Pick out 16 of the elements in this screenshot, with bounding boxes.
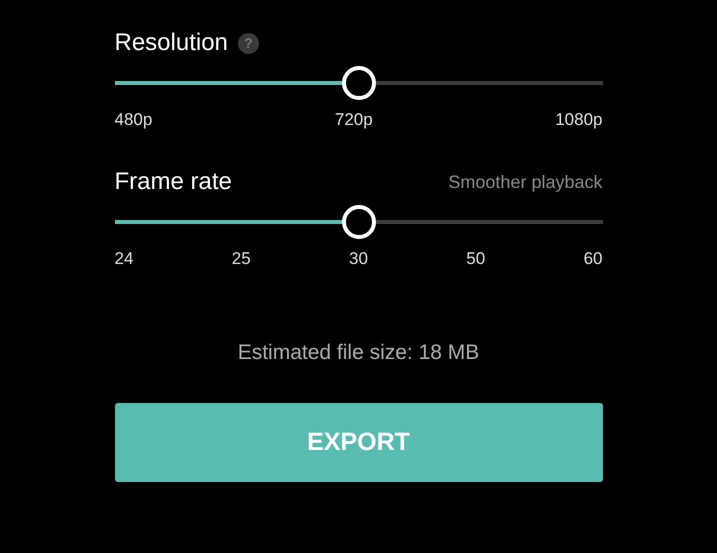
slider-thumb[interactable] <box>342 66 376 100</box>
slider-title: Frame rate <box>114 168 232 196</box>
export-button[interactable]: EXPORT <box>114 403 602 482</box>
tick-label: 25 <box>232 249 251 269</box>
tick-label: 480p <box>114 110 152 130</box>
help-icon[interactable]: ? <box>238 32 259 54</box>
slider-thumb[interactable] <box>342 205 376 239</box>
tick-label: 1080p <box>555 110 602 130</box>
slider-hint: Smoother playback <box>448 172 602 192</box>
tick-label: 60 <box>584 249 602 269</box>
tick-label: 50 <box>466 249 486 269</box>
tick-label: 720p <box>334 110 373 130</box>
tick-label: 30 <box>349 249 368 269</box>
tick-label: 24 <box>114 249 134 269</box>
slider-title: Resolution <box>114 29 228 57</box>
file-size-estimate: Estimated file size: 18 MB <box>236 341 480 365</box>
